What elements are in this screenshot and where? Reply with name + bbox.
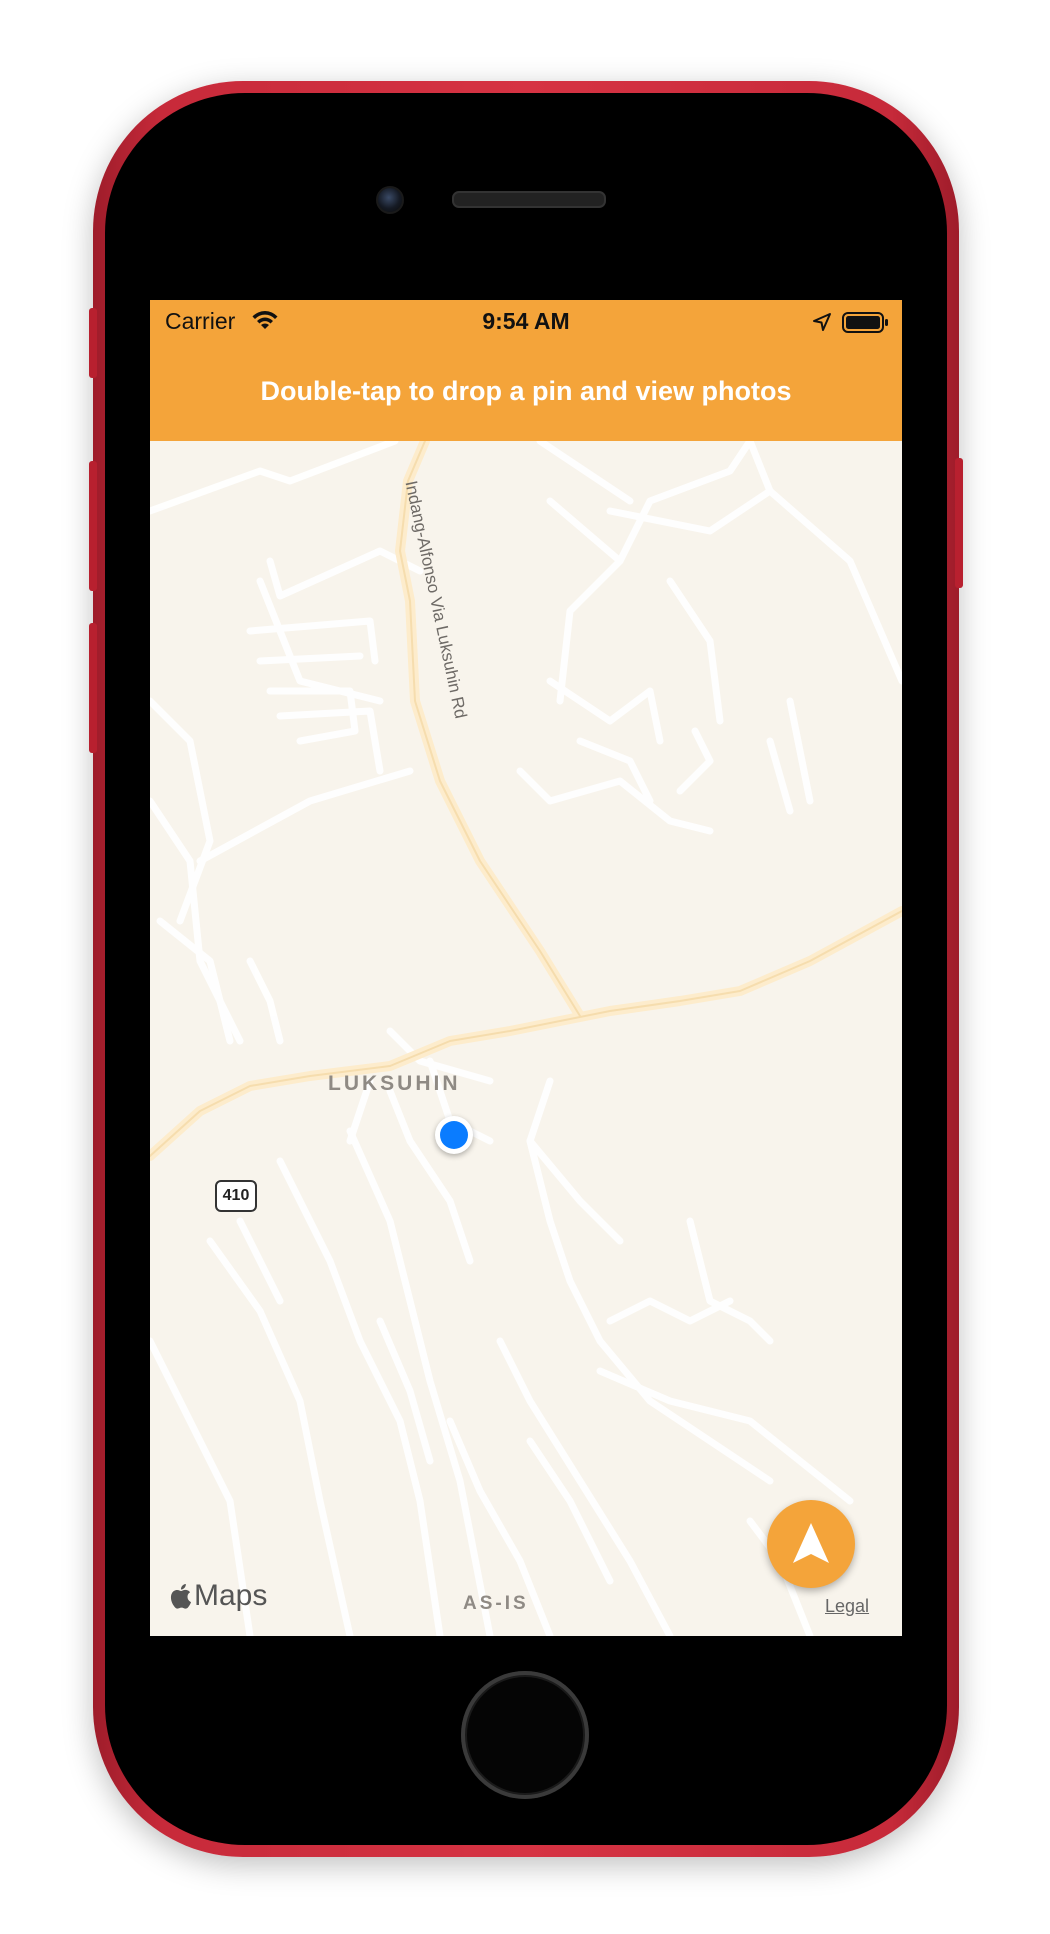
power-button [955,458,963,588]
nav-bar: Double-tap to drop a pin and view photos [150,344,902,441]
screen: Carrier 9:54 AM Double-tap to drop a pin… [150,300,902,1636]
front-camera [376,186,404,214]
earpiece-speaker [452,191,606,208]
user-location-inner [440,1121,468,1149]
status-bar: Carrier 9:54 AM [150,300,902,344]
nav-title: Double-tap to drop a pin and view photos [260,376,792,406]
locate-me-button[interactable] [767,1500,855,1588]
location-arrow-icon [812,311,832,338]
navigation-arrow-icon [793,1523,829,1563]
battery-full-icon [842,312,890,340]
place-label-as-is: AS-IS [463,1593,529,1614]
apple-logo-icon [170,1583,192,1609]
volume-up-button [89,461,97,591]
silent-switch [89,308,97,378]
apple-maps-logo: Maps [170,1579,267,1613]
volume-down-button [89,623,97,753]
home-button[interactable] [461,1671,589,1799]
user-location-dot [435,1116,473,1154]
map-view[interactable]: Indang-Alfonso Via Luksuhin Rd LUKSUHIN … [150,441,902,1636]
route-shield: 410 [215,1180,257,1212]
place-label-luksuhin: LUKSUHIN [328,1072,461,1095]
clock: 9:54 AM [482,308,570,334]
map-roads [150,441,902,1636]
maps-brand-label: Maps [194,1579,268,1612]
legal-link[interactable]: Legal [825,1596,869,1617]
